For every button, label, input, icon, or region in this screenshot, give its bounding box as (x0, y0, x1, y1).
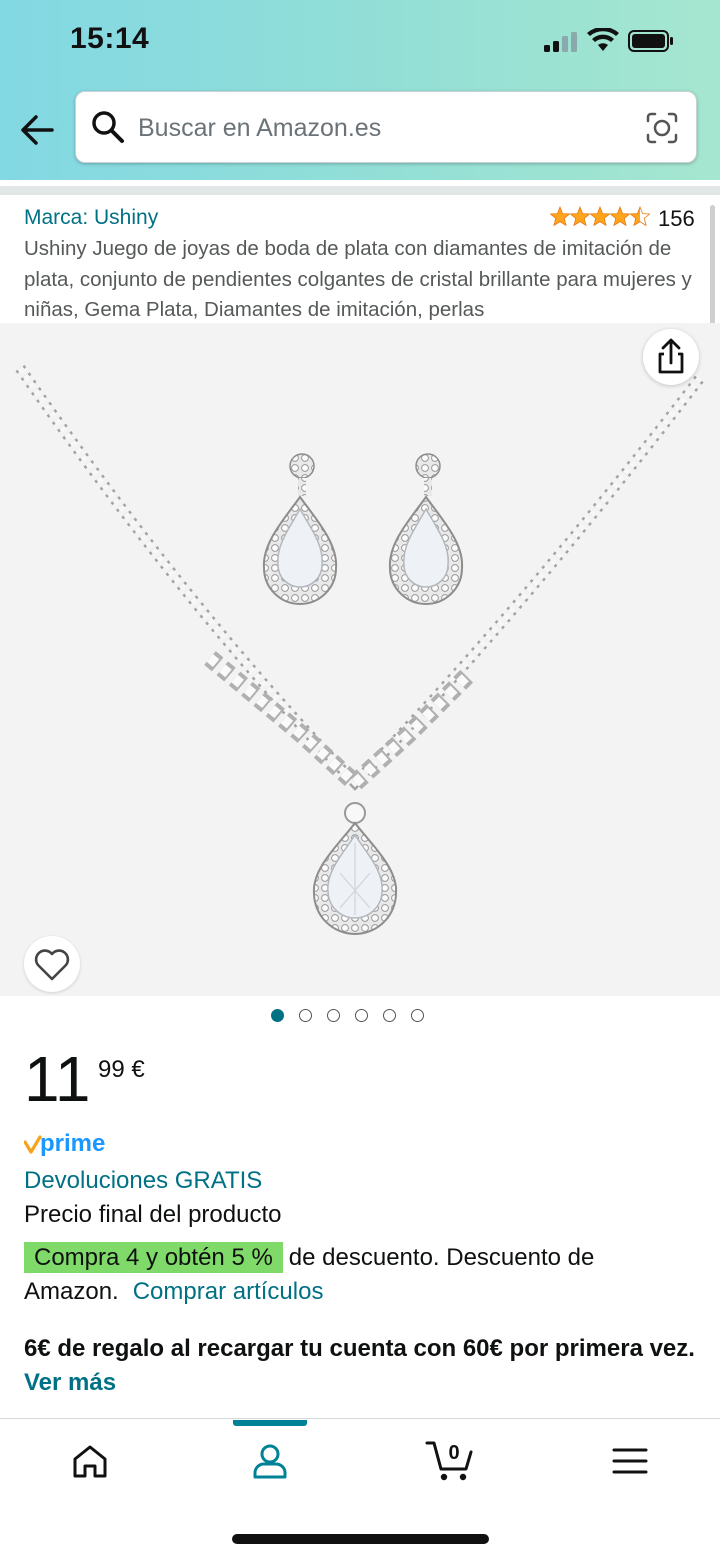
carousel-dot[interactable] (411, 1009, 424, 1022)
prime-logo: prime (24, 1130, 105, 1157)
cart-icon[interactable]: 0 (424, 1436, 476, 1484)
product-image[interactable] (0, 323, 720, 996)
menu-icon[interactable] (608, 1439, 652, 1483)
free-returns-link[interactable]: Devoluciones GRATIS (24, 1167, 262, 1195)
carousel-dot[interactable] (355, 1009, 368, 1022)
carousel-dot[interactable] (327, 1009, 340, 1022)
shop-items-link[interactable]: Comprar artículos (133, 1278, 324, 1305)
price-fraction: 99 € (98, 1056, 145, 1083)
search-placeholder: Buscar en Amazon.es (138, 114, 382, 142)
heart-icon (34, 949, 70, 981)
rating-stars-icon[interactable] (550, 204, 650, 228)
final-price-note: Precio final del producto (24, 1201, 282, 1228)
product-title: Ushiny Juego de joyas de boda de plata c… (24, 237, 692, 321)
promo-tag: Compra 4 y obtén 5 % (24, 1242, 283, 1273)
carousel-dot[interactable] (271, 1009, 284, 1022)
wishlist-button[interactable] (24, 936, 80, 992)
status-time: 15:14 (70, 22, 150, 55)
back-arrow-icon[interactable] (16, 108, 60, 152)
prime-label: prime (40, 1130, 105, 1157)
brand-link[interactable]: Marca: Ushiny (24, 206, 158, 230)
price-whole: 11 (24, 1043, 91, 1115)
battery-icon (628, 30, 673, 52)
account-icon[interactable] (248, 1439, 292, 1483)
share-button[interactable] (643, 329, 699, 385)
gift-offer: 6€ de regalo al recargar tu cuenta con 6… (24, 1332, 704, 1400)
wifi-icon (587, 28, 619, 51)
share-icon (658, 338, 684, 374)
rating-count[interactable]: 156 (658, 206, 695, 232)
nav-active-indicator (233, 1420, 307, 1426)
home-indicator[interactable] (232, 1534, 489, 1544)
promotion: Compra 4 y obtén 5 % de descuento. Descue… (24, 1241, 704, 1309)
cellular-signal-icon (544, 32, 577, 52)
cart-count: 0 (448, 1442, 459, 1464)
carousel-dot[interactable] (299, 1009, 312, 1022)
see-more-link[interactable]: Ver más (24, 1369, 116, 1396)
search-bar[interactable]: Buscar en Amazon.es (75, 91, 697, 163)
home-icon[interactable] (68, 1439, 112, 1483)
header-divider (0, 186, 720, 195)
carousel-dot[interactable] (383, 1009, 396, 1022)
camera-search-icon[interactable] (644, 110, 680, 146)
gift-text: 6€ de regalo al recargar tu cuenta con 6… (24, 1335, 695, 1362)
image-carousel-dots[interactable] (271, 1009, 424, 1027)
jewelry-set-image (15, 364, 705, 935)
search-icon (92, 111, 124, 143)
